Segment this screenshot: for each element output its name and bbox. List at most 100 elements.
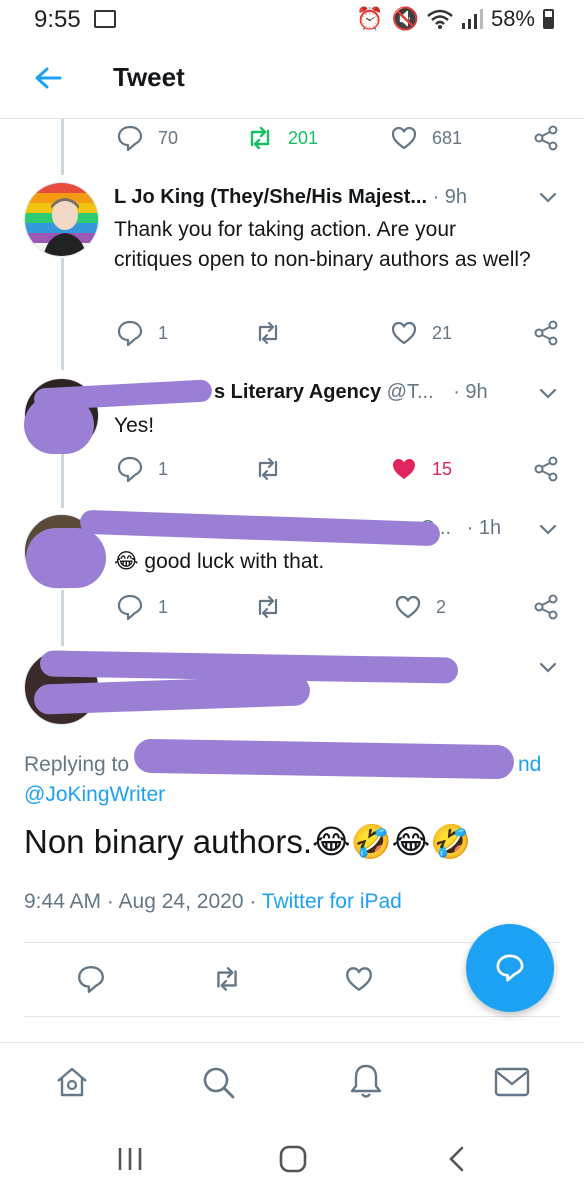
reply-button[interactable]: 1: [116, 319, 168, 347]
notifications-icon[interactable]: [348, 1062, 384, 1100]
thread-line: [61, 258, 64, 370]
replying-handle-fragment[interactable]: nd: [518, 750, 541, 780]
reply-button[interactable]: 1: [116, 593, 168, 621]
avatar[interactable]: [24, 182, 99, 257]
like-button[interactable]: 21: [390, 319, 452, 347]
gallery-notification-icon: [94, 10, 116, 28]
thread-line: [61, 119, 64, 175]
signal-icon: [461, 9, 483, 29]
thread-line: [61, 590, 64, 646]
tweet-text: 😂 good luck with that.: [114, 547, 324, 577]
back-nav-icon[interactable]: [446, 1145, 466, 1173]
reply-icon: [117, 125, 143, 152]
replying-to: Replying to: [24, 750, 129, 780]
header-divider: [0, 118, 584, 119]
messages-icon[interactable]: [494, 1066, 530, 1098]
reply-header: L Jo King (They/She/His Majest... · 9h: [114, 186, 467, 209]
retweet-icon: [258, 457, 278, 481]
reply-icon: [117, 456, 143, 483]
share-icon[interactable]: [532, 124, 560, 152]
back-arrow-icon[interactable]: [34, 66, 62, 90]
main-tweet-text: Non binary authors.😂🤣😂🤣: [24, 822, 471, 862]
like-icon: [391, 126, 417, 150]
share-icon[interactable]: [532, 319, 560, 347]
author-handle: @T...: [386, 381, 434, 403]
author-name[interactable]: L Jo King (They/She/His Majest...: [114, 186, 427, 208]
replying-prefix: Replying to: [24, 753, 130, 776]
search-icon[interactable]: [200, 1064, 236, 1100]
retweet-button[interactable]: [254, 455, 282, 483]
share-icon[interactable]: [532, 455, 560, 483]
reply-count: 1: [158, 322, 169, 343]
reply-count: 70: [158, 127, 179, 148]
tweet-meta: 9:44 AM · Aug 24, 2020 · Twitter for iPa…: [24, 890, 402, 914]
like-icon: [346, 967, 372, 991]
like-count: 21: [432, 322, 453, 343]
reply-icon: [78, 966, 104, 994]
redaction-scribble: [79, 509, 441, 547]
retweet-button[interactable]: [212, 964, 242, 994]
like-count: 681: [432, 127, 463, 148]
like-button[interactable]: 15: [390, 455, 452, 483]
reply-button[interactable]: 70: [116, 124, 178, 152]
author-name[interactable]: s Literary Agency: [214, 381, 381, 403]
tweet-timestamp: 9:44 AM · Aug 24, 2020 ·: [24, 890, 257, 913]
battery-percent: 58%: [490, 6, 535, 31]
redaction-scribble: [24, 396, 94, 454]
reply-count: 1: [158, 596, 169, 617]
main-tweet-emojis: 😂🤣😂🤣: [312, 823, 472, 860]
alarm-icon: ⏰: [356, 6, 384, 31]
like-button[interactable]: [344, 964, 374, 994]
like-button[interactable]: 2: [394, 593, 446, 621]
retweet-button[interactable]: 201: [246, 124, 318, 152]
reply-button[interactable]: 1: [116, 455, 168, 483]
battery-icon: [543, 9, 554, 29]
compose-reply-button[interactable]: [466, 924, 554, 1012]
like-count: 2: [436, 596, 447, 617]
status-indicators: ⏰ 🔇 58%: [356, 6, 554, 32]
reply-header: s Literary Agency @T... · 9h: [214, 381, 488, 404]
tweet-text-body: good luck with that.: [144, 550, 325, 573]
retweet-icon: [258, 595, 278, 619]
like-icon: [395, 595, 421, 619]
retweet-icon: [258, 321, 278, 345]
redaction-scribble: [133, 738, 515, 780]
tweet-time: · 9h: [432, 186, 468, 208]
retweet-button[interactable]: [254, 319, 282, 347]
reply-icon: [117, 594, 143, 621]
tweet-time: · 9h: [453, 381, 488, 403]
emoji: 😂: [114, 550, 139, 573]
retweet-button[interactable]: [254, 593, 282, 621]
retweet-count: 201: [288, 127, 319, 148]
wifi-icon: [427, 9, 453, 29]
chevron-down-icon[interactable]: [538, 523, 558, 537]
mute-icon: 🔇: [391, 6, 419, 31]
reply-count: 1: [158, 458, 169, 479]
bottom-nav-divider: [0, 1042, 584, 1043]
compose-reply-icon: [496, 954, 524, 982]
tweet-source[interactable]: Twitter for iPad: [262, 890, 402, 913]
like-button[interactable]: 681: [390, 124, 462, 152]
thread-line: [61, 454, 64, 508]
reply-button[interactable]: [76, 964, 106, 994]
home-icon[interactable]: [54, 1064, 90, 1100]
like-icon: [391, 321, 417, 345]
replying-handle[interactable]: @JoKingWriter: [24, 780, 165, 810]
retweet-icon: [250, 126, 270, 150]
chevron-down-icon[interactable]: [538, 387, 558, 401]
home-button-icon[interactable]: [278, 1144, 308, 1174]
chevron-down-icon[interactable]: [538, 191, 558, 205]
recent-apps-icon[interactable]: [116, 1146, 144, 1172]
page-title: Tweet: [113, 62, 185, 92]
retweet-icon: [217, 967, 237, 991]
tweet-text: Thank you for taking action. Are your cr…: [114, 218, 531, 271]
tweet-text: Yes!: [114, 414, 155, 437]
status-time: 9:55: [34, 6, 81, 33]
share-icon[interactable]: [532, 593, 560, 621]
like-count: 15: [432, 458, 453, 479]
like-icon: [393, 459, 415, 479]
redaction-scribble: [26, 528, 106, 588]
chevron-down-icon[interactable]: [538, 661, 558, 675]
reply-icon: [117, 320, 143, 347]
divider: [24, 1016, 560, 1017]
